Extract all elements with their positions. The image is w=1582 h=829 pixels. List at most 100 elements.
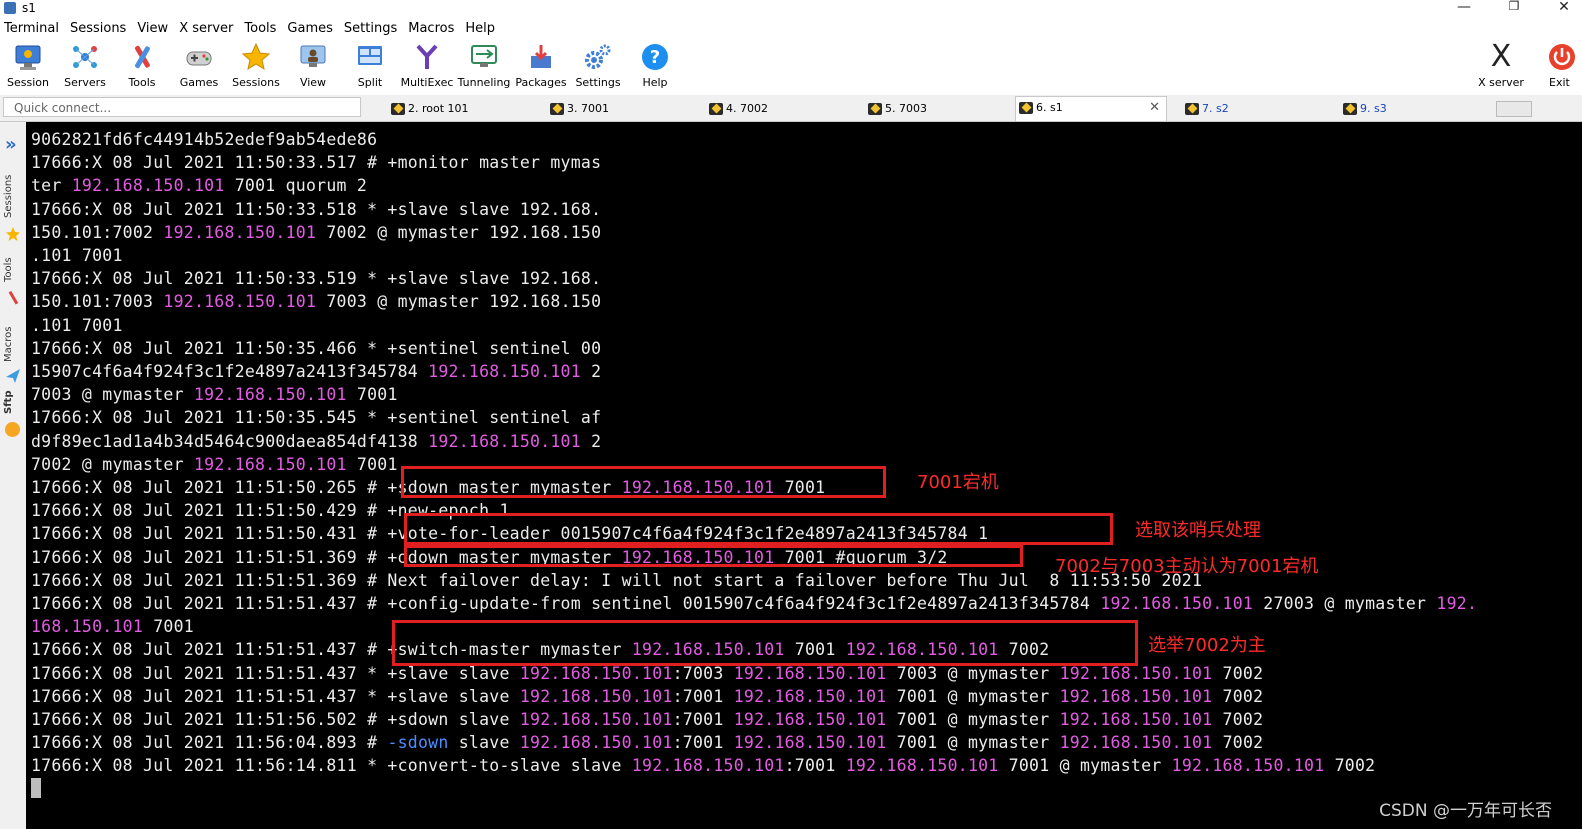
tab-7003[interactable]: 5. 7003 <box>865 98 1017 120</box>
annotation-odown: 7002与7003主动认为7001宕机 <box>1055 556 1319 577</box>
menu-games[interactable]: Games <box>283 18 339 40</box>
terminal-text: 7003 @ mymaster <box>886 663 1060 683</box>
tunneling-button[interactable]: Tunneling <box>456 40 512 95</box>
x-server-button[interactable]: X X server <box>1473 40 1529 95</box>
games-button[interactable]: Games <box>171 40 227 95</box>
terminal-text: 7001 quorum 2 <box>224 176 368 196</box>
tab-7001[interactable]: 3. 7001 <box>547 98 699 120</box>
terminal-line: 150.101:7002 192.168.150.101 7002 @ myma… <box>31 221 601 244</box>
ip-address: 192.168.150.101 <box>519 686 673 706</box>
terminal-line: 7002 @ mymaster 192.168.150.101 7001 <box>31 453 398 476</box>
star-icon <box>6 226 20 241</box>
side-tab-sftp[interactable]: Sftp <box>3 391 14 415</box>
terminal-line: 9062821fd6fc44914b52edef9ab54ede86 <box>31 128 377 151</box>
terminal-tab-icon <box>1185 103 1199 115</box>
terminal-text: 7002 <box>1212 663 1264 683</box>
terminal-line: .101 7001 <box>31 244 123 267</box>
session-icon <box>13 42 43 72</box>
tab-s2[interactable]: 7. s2 <box>1182 98 1334 120</box>
tab-s3[interactable]: 9. s3 <box>1340 98 1492 120</box>
window-title: s1 <box>22 1 36 15</box>
terminal-line: 7003 @ mymaster 192.168.150.101 7001 <box>31 383 398 406</box>
tab-root-101[interactable]: 2. root 101 <box>388 98 540 120</box>
multiexec-button[interactable]: MultiExec <box>399 40 455 95</box>
servers-button[interactable]: Servers <box>57 40 113 95</box>
ip-address: 192.168.150.101 <box>733 663 887 683</box>
terminal-line: 150.101:7003 192.168.150.101 7003 @ myma… <box>31 290 601 313</box>
tab-7002[interactable]: 4. 7002 <box>706 98 858 120</box>
send-icon <box>6 368 20 383</box>
ip-address: 168.150.101 <box>31 617 144 637</box>
terminal-text: 7001 @ mymaster <box>886 686 1060 706</box>
minimize-button[interactable]: — <box>1452 0 1476 15</box>
ip-address: 192.168.150.101 <box>1059 663 1213 683</box>
ip-address: 192.168.150.101 <box>428 431 581 451</box>
toolbar: Session Servers Tools Games Sessions Vie… <box>0 40 1582 95</box>
ip-address: 192.168.150.101 <box>519 733 673 753</box>
menu-x-server[interactable]: X server <box>175 18 240 40</box>
side-tab-tools[interactable]: Tools <box>3 257 14 282</box>
terminal-text: 17666:X 08 Jul 2021 11:56:14.811 * +conv… <box>31 756 632 776</box>
terminal-text: 17666:X 08 Jul 2021 11:51:51.437 # +conf… <box>31 594 1101 613</box>
exit-button[interactable]: Exit <box>1541 40 1582 95</box>
ip-address: 192.168.150.101 <box>163 292 317 312</box>
new-tab-button[interactable] <box>1496 101 1532 117</box>
packages-icon <box>526 42 556 72</box>
terminal-text: 7003 @ mymaster 192.168.150 <box>316 292 602 312</box>
terminal-line: .101 7001 <box>31 314 123 337</box>
ip-address: 192.168.150.101 <box>193 385 347 405</box>
terminal-text: 17666:X 08 Jul 2021 11:50:35.466 * +sent… <box>31 338 602 358</box>
quick-connect-input[interactable]: Quick connect... <box>3 97 361 117</box>
power-icon <box>1547 42 1577 72</box>
maximize-button[interactable]: ❐ <box>1502 0 1526 13</box>
terminal-text: 15907c4f6a4f924f3c1f2e4897a2413f345784 <box>31 362 429 381</box>
menu-help[interactable]: Help <box>461 18 502 40</box>
multiexec-icon <box>412 42 442 72</box>
sftp-icon <box>5 422 20 437</box>
annotation-elect-7002: 选举7002为主 <box>1148 635 1266 656</box>
menu-macros[interactable]: Macros <box>404 18 461 40</box>
terminal-text: 7001 @ mymaster <box>998 756 1172 776</box>
x-server-icon: X <box>1490 39 1512 74</box>
star-icon <box>241 42 271 72</box>
terminal-line: d9f89ec1ad1a4b34d5464c900daea854df4138 1… <box>31 430 601 453</box>
expand-sidebar-icon[interactable]: » <box>5 134 17 155</box>
help-button[interactable]: ? Help <box>627 40 683 95</box>
terminal-text: 2 <box>580 431 602 451</box>
split-icon <box>355 42 385 72</box>
session-button[interactable]: Session <box>0 40 56 95</box>
terminal-text: 7002 <box>1212 686 1264 706</box>
sessions-button[interactable]: Sessions <box>228 40 284 95</box>
ip-address: 192.168.150.101 <box>733 733 887 753</box>
ip-address: 192.168.150.101 <box>428 362 581 381</box>
ip-address: 192.168.150.101 <box>733 710 887 729</box>
menu-terminal[interactable]: Terminal <box>0 18 66 40</box>
menu-sessions[interactable]: Sessions <box>66 18 133 40</box>
tools-icon <box>127 42 157 72</box>
terminal-text: 2 <box>580 362 602 381</box>
highlight-switch-master <box>392 620 1138 666</box>
terminal-text: 7002 @ mymaster 192.168.150 <box>316 222 602 242</box>
close-button[interactable]: ✕ <box>1552 0 1576 15</box>
watermark: CSDN @一万年可长否 <box>1379 801 1552 821</box>
tunneling-icon <box>469 42 499 72</box>
terminal-line: 17666:X 08 Jul 2021 11:50:33.517 # +moni… <box>31 151 601 174</box>
terminal-output[interactable]: 9062821fd6fc44914b52edef9ab54ede86 17666:… <box>26 122 1582 829</box>
ip-address: 192.168.150.101 <box>631 756 785 776</box>
terminal-line: 168.150.101 7001 <box>31 615 194 638</box>
side-tab-macros[interactable]: Macros <box>3 327 14 362</box>
tab-s1[interactable]: 6. s1 ✕ <box>1015 96 1167 121</box>
view-button[interactable]: View <box>285 40 341 95</box>
close-tab-icon[interactable]: ✕ <box>1149 97 1160 119</box>
tools-button[interactable]: Tools <box>114 40 170 95</box>
split-button[interactable]: Split <box>342 40 398 95</box>
menu-view[interactable]: View <box>133 18 175 40</box>
terminal-text: 17666:X 08 Jul 2021 11:51:51.437 * +slav… <box>31 663 520 683</box>
side-tab-sessions[interactable]: Sessions <box>3 175 14 218</box>
menu-settings[interactable]: Settings <box>340 18 404 40</box>
menu-tools[interactable]: Tools <box>240 18 283 40</box>
packages-button[interactable]: Packages <box>513 40 569 95</box>
terminal-text: :7001 <box>672 686 734 706</box>
settings-button[interactable]: Settings <box>570 40 626 95</box>
terminal-tab-icon <box>391 103 405 115</box>
